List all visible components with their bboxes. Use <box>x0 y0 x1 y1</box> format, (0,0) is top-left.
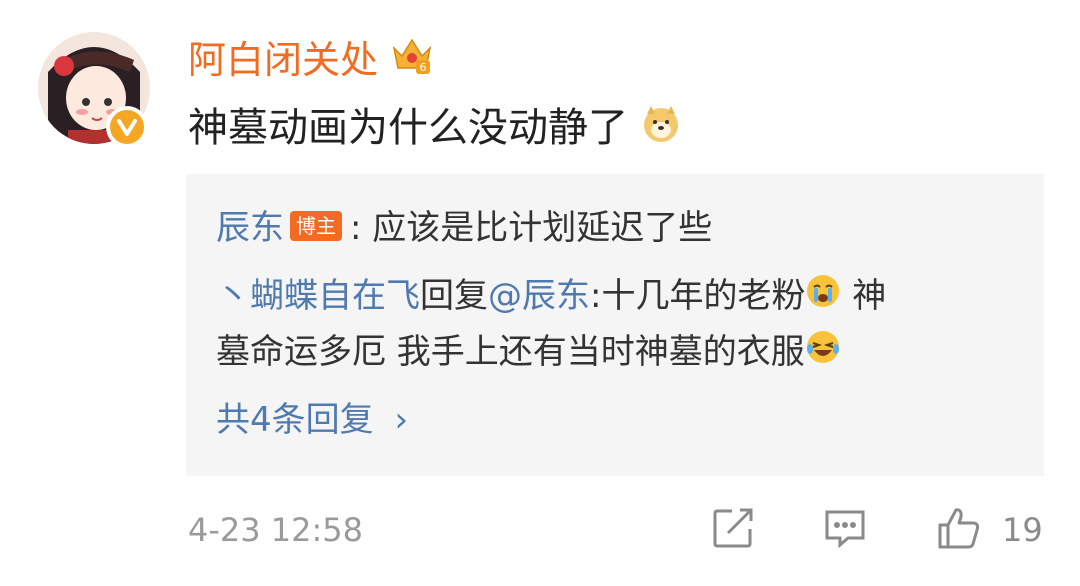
reply-1[interactable]: 辰东 博主: 应该是比计划延迟了些 <box>216 204 712 252</box>
author-badge: 博主 <box>290 211 342 241</box>
laughing-tears-emoji-icon <box>805 329 841 378</box>
more-replies-label[interactable]: 共4条回复 <box>216 400 374 440</box>
reply-author[interactable]: 丶蝴蝶自在飞 <box>216 276 420 316</box>
comment-text: 神墓动画为什么没动静了 <box>188 102 681 157</box>
crown-level: 6 <box>420 61 427 74</box>
comment-timestamp: 4-23 12:58 <box>188 511 364 549</box>
like-icon[interactable] <box>936 505 982 551</box>
like-count: 19 <box>1002 511 1043 549</box>
reply-text-line2: 墓命运多厄 我手上还有当时神墓的衣服 <box>216 332 805 372</box>
reply-mention[interactable]: @辰东 <box>488 276 590 316</box>
reply-2[interactable]: 丶蝴蝶自在飞回复@辰东:十几年的老粉 神 <box>216 272 886 322</box>
reply-text-part2: 神 <box>841 276 887 316</box>
reply-author[interactable]: 辰东 <box>216 208 284 248</box>
reply-text-part1: 十几年的老粉 <box>601 276 806 316</box>
more-replies-link[interactable]: 共4条回复 › <box>216 396 408 444</box>
comment-body: 神墓动画为什么没动静了 <box>188 105 628 151</box>
reply-separator: : <box>350 208 362 248</box>
reply-verb: 回复 <box>420 276 488 316</box>
crying-emoji-icon <box>805 273 841 322</box>
chevron-right-icon: › <box>394 400 409 440</box>
reply-text: 应该是比计划延迟了些 <box>372 208 713 248</box>
reply-icon[interactable] <box>822 505 868 551</box>
reply-2-line2: 墓命运多厄 我手上还有当时神墓的衣服 <box>216 328 841 378</box>
verified-v-icon <box>106 106 148 148</box>
replies-box: 辰东 博主: 应该是比计划延迟了些 丶蝴蝶自在飞回复@辰东:十几年的老粉 神 墓命… <box>186 174 1044 476</box>
doge-emoji-icon <box>641 104 681 157</box>
crown-badge-icon[interactable]: 6 <box>390 34 434 78</box>
reply-separator: : <box>590 276 602 316</box>
comment-username[interactable]: 阿白闭关处 <box>188 36 378 84</box>
repost-icon[interactable] <box>710 505 756 551</box>
